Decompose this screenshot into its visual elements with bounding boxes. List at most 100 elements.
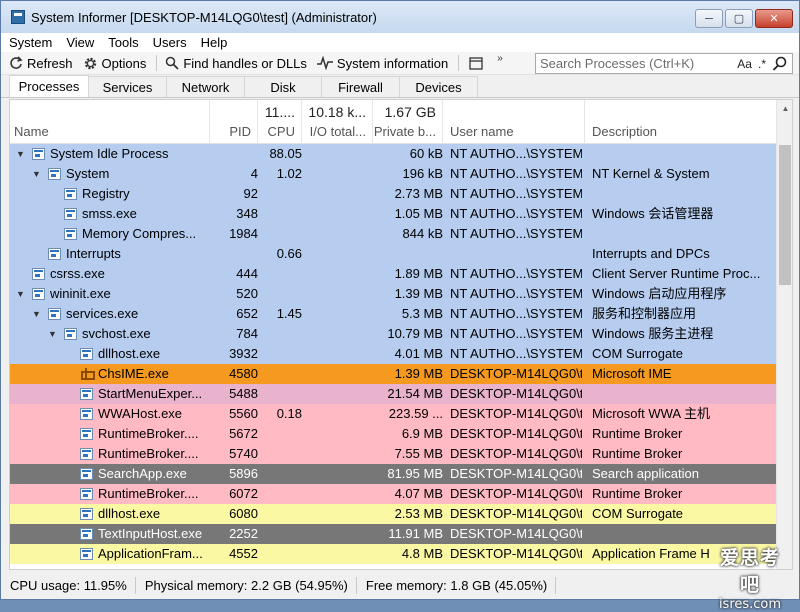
table-row[interactable]: ApplicationFram... 4552 4.8 MB DESKTOP-M14L…: [10, 544, 776, 564]
process-pid: 4580: [229, 366, 258, 381]
process-name: Interrupts: [66, 246, 121, 261]
process-name-cell: ▼ svchost.exe: [10, 324, 210, 344]
table-row[interactable]: RuntimeBroker.... 6072 4.07 MB DESKTOP-M14L…: [10, 484, 776, 504]
column-header-io-total[interactable]: 10.18 k... I/O total...: [302, 100, 373, 144]
menu-view[interactable]: View: [66, 35, 94, 50]
main-window: System Informer [DESKTOP-M14LQG0\test] (…: [0, 0, 800, 612]
column-header-description[interactable]: Description: [585, 100, 776, 144]
maximize-button[interactable]: ▢: [725, 9, 753, 28]
process-icon: [64, 208, 77, 220]
table-row[interactable]: Memory Compres... 1984 844 kB NT AUTHO...\S…: [10, 224, 776, 244]
refresh-button[interactable]: Refresh: [9, 56, 73, 71]
menu-help[interactable]: Help: [201, 35, 228, 50]
process-user-name: NT AUTHO...\SYSTEM: [450, 306, 582, 321]
scrollbar-thumb[interactable]: [779, 145, 791, 285]
process-name: System Idle Process: [50, 146, 169, 161]
process-icon: [80, 428, 93, 440]
table-row[interactable]: ChsIME.exe 4580 1.39 MB DESKTOP-M14LQG0\t Mi…: [10, 364, 776, 384]
expand-chevron-icon[interactable]: ▼: [16, 284, 25, 304]
process-cpu: 1.02: [276, 166, 302, 181]
table-row[interactable]: csrss.exe 444 1.89 MB NT AUTHO...\SYSTEM Cli…: [10, 264, 776, 284]
tab-disk[interactable]: Disk: [244, 76, 322, 97]
table-row[interactable]: ▼ System 4 1.02 196 kB NT AUTHO...\SYSTEM NT K…: [10, 164, 776, 184]
minimize-button[interactable]: ─: [695, 9, 723, 28]
process-pid: [210, 244, 258, 264]
tab-network[interactable]: Network: [166, 76, 245, 97]
table-row[interactable]: Interrupts 0.66 Interrupts and DPCs: [10, 244, 776, 264]
column-header-private-bytes[interactable]: 1.67 GB Private b...: [373, 100, 443, 144]
search-input[interactable]: [536, 54, 738, 73]
table-row[interactable]: Registry 92 2.73 MB NT AUTHO...\SYSTEM: [10, 184, 776, 204]
table-row[interactable]: smss.exe 348 1.05 MB NT AUTHO...\SYSTEM Wind…: [10, 204, 776, 224]
vertical-scrollbar[interactable]: ▲: [776, 100, 792, 569]
process-cpu: [258, 224, 302, 244]
app-icon: [11, 10, 25, 24]
scroll-up-arrow[interactable]: ▲: [777, 100, 792, 117]
process-table: Name PID 11.... CPU 10.18 k... I/O total…: [9, 99, 793, 570]
table-row[interactable]: RuntimeBroker.... 5672 6.9 MB DESKTOP-M14LQ…: [10, 424, 776, 444]
column-header-user-name[interactable]: User name: [443, 100, 585, 144]
table-row[interactable]: ▼ svchost.exe 784 10.79 MB NT AUTHO...\SYSTE…: [10, 324, 776, 344]
window-controls: ─ ▢ ✕: [695, 9, 793, 28]
menu-system[interactable]: System: [9, 35, 52, 50]
tab-devices[interactable]: Devices: [399, 76, 478, 97]
table-row[interactable]: ▼ System Idle Process 88.05 60 kB NT AUTHO..…: [10, 144, 776, 164]
column-header-name[interactable]: Name: [10, 100, 210, 144]
regex-toggle[interactable]: .*: [758, 57, 766, 71]
toolbar: Refresh Options Find handles or DLLs Sys…: [1, 52, 799, 75]
title-bar[interactable]: System Informer [DESKTOP-M14LQG0\test] (…: [1, 1, 799, 33]
toolbar-overflow-chevron[interactable]: »: [497, 53, 503, 64]
process-pid: 784: [236, 326, 258, 341]
table-row[interactable]: SearchApp.exe 5896 81.95 MB DESKTOP-M14LQG0…: [10, 464, 776, 484]
process-cpu: [258, 264, 302, 284]
tab-processes[interactable]: Processes: [9, 75, 89, 97]
menu-users[interactable]: Users: [153, 35, 187, 50]
expand-chevron-icon[interactable]: ▼: [16, 144, 25, 164]
search-icon[interactable]: [772, 56, 788, 72]
table-row[interactable]: StartMenuExper... 5488 21.54 MB DESKTOP-M14…: [10, 384, 776, 404]
process-user-name: DESKTOP-M14LQG0\t: [450, 406, 582, 421]
process-cpu: [258, 364, 302, 384]
process-name-cell: TextInputHost.exe: [10, 524, 210, 544]
process-name-cell: RuntimeBroker....: [10, 444, 210, 464]
process-pid: 5672: [229, 426, 258, 441]
system-information-label: System information: [336, 55, 449, 71]
tab-firewall[interactable]: Firewall: [321, 76, 400, 97]
table-row[interactable]: WWAHost.exe 5560 0.18 223.59 ... DESKTOP-M14…: [10, 404, 776, 424]
table-row[interactable]: dllhost.exe 6080 2.53 MB DESKTOP-M14LQG0\t C…: [10, 504, 776, 524]
table-body: ▼ System Idle Process 88.05 60 kB NT AUTHO..…: [10, 144, 776, 564]
process-name: RuntimeBroker....: [98, 426, 199, 441]
process-user-name: NT AUTHO...\SYSTEM: [450, 226, 582, 241]
tab-services[interactable]: Services: [88, 76, 167, 97]
process-name-cell: Registry: [10, 184, 210, 204]
process-user-name: DESKTOP-M14LQG0\t: [450, 446, 582, 461]
process-pid: 2252: [229, 526, 258, 541]
close-button[interactable]: ✕: [755, 9, 793, 28]
table-row[interactable]: ▼ wininit.exe 520 1.39 MB NT AUTHO...\SYSTEM…: [10, 284, 776, 304]
table-row[interactable]: RuntimeBroker.... 5740 7.55 MB DESKTOP-M14L…: [10, 444, 776, 464]
expand-chevron-icon[interactable]: ▼: [32, 164, 41, 184]
process-cpu: 1.45: [276, 306, 302, 321]
menu-tools[interactable]: Tools: [108, 35, 138, 50]
process-name-cell: csrss.exe: [10, 264, 210, 284]
column-header-pid[interactable]: PID: [210, 100, 258, 144]
process-user-name: NT AUTHO...\SYSTEM: [450, 346, 582, 361]
column-header-cpu[interactable]: 11.... CPU: [258, 100, 302, 144]
process-name-cell: smss.exe: [10, 204, 210, 224]
expand-chevron-icon[interactable]: ▼: [48, 324, 57, 344]
match-case-toggle[interactable]: Aa: [737, 57, 752, 71]
system-information-button[interactable]: System information: [316, 55, 449, 71]
table-row[interactable]: ▼ services.exe 652 1.45 5.3 MB NT AUTHO...\SY…: [10, 304, 776, 324]
process-user-name: NT AUTHO...\SYSTEM: [450, 286, 582, 301]
table-row[interactable]: TextInputHost.exe 2252 11.91 MB DESKTOP-M14…: [10, 524, 776, 544]
table-row[interactable]: dllhost.exe 3932 4.01 MB NT AUTHO...\SYSTEM…: [10, 344, 776, 364]
process-description: [592, 224, 776, 244]
options-button[interactable]: Options: [83, 56, 146, 71]
search-box: Aa .*: [535, 53, 793, 74]
process-name-cell: ChsIME.exe: [10, 364, 210, 384]
find-handles-button[interactable]: Find handles or DLLs: [165, 56, 307, 71]
cpu-usage-status: CPU usage: 11.95%: [1, 577, 136, 594]
window-button[interactable]: [467, 55, 485, 71]
expand-chevron-icon[interactable]: ▼: [32, 304, 41, 324]
process-pid: 3932: [229, 346, 258, 361]
